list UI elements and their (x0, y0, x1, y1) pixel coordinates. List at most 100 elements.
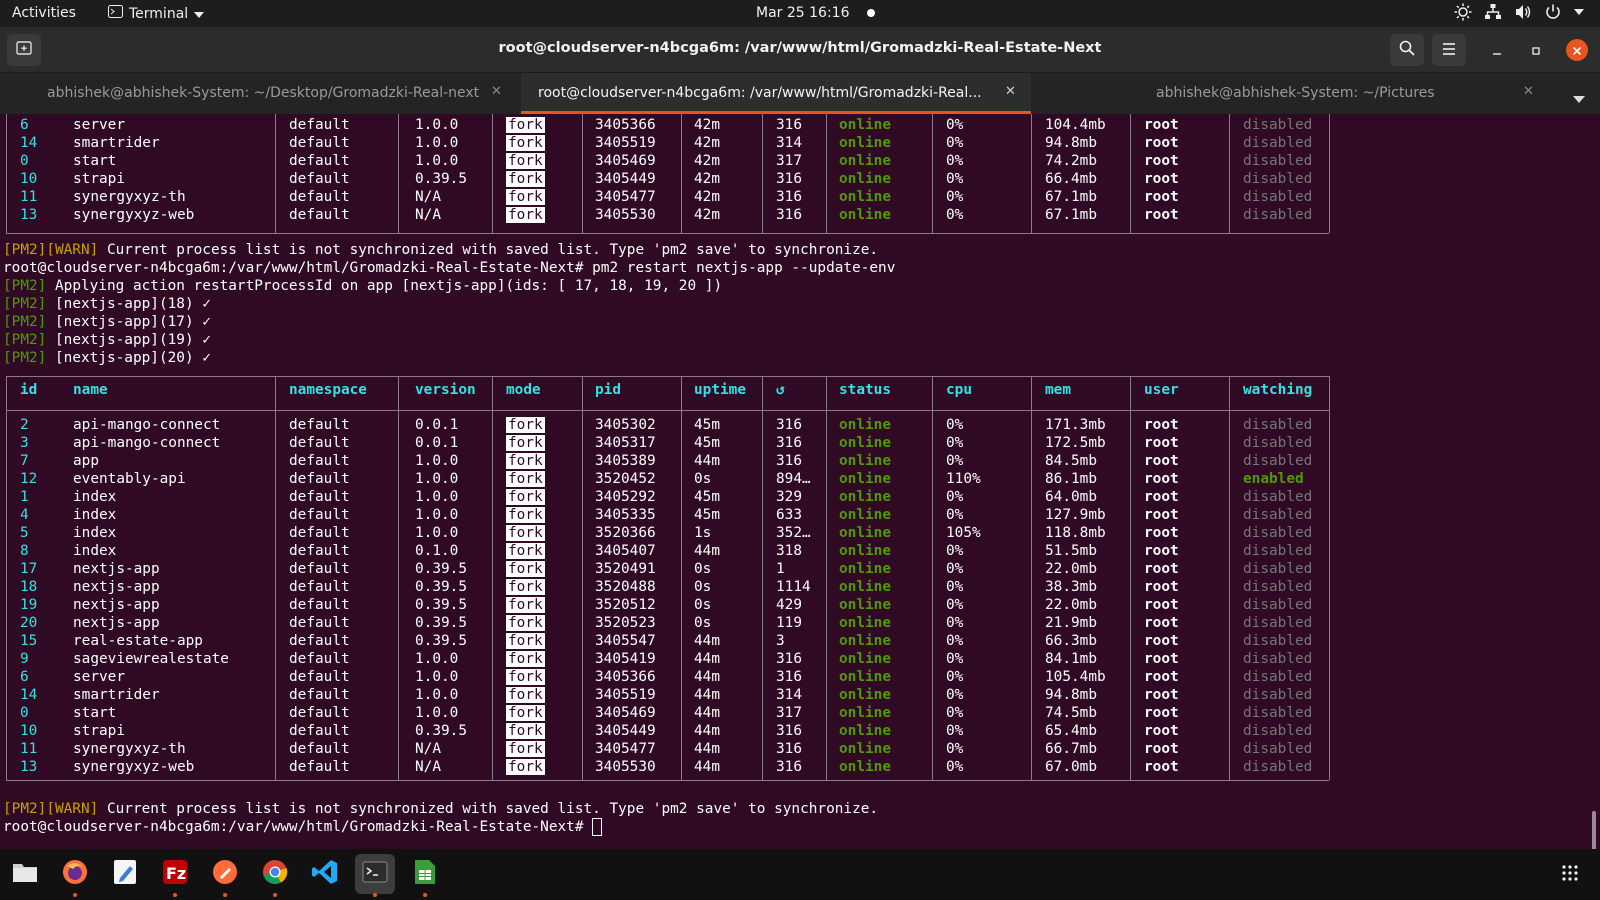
tab-desktop[interactable]: abhishek@abhishek-System: ~/Desktop/Grom… (0, 73, 520, 114)
maximize-button[interactable] (1525, 39, 1547, 61)
mode-badge: fork (506, 651, 545, 667)
cell-namespace: default (289, 153, 350, 169)
cell-uptime: 1s (694, 525, 712, 541)
cell-mode: fork (506, 632, 545, 650)
cell-name: strapi (73, 723, 125, 739)
cell-version: 0.39.5 (415, 723, 467, 739)
cell-version: 1.0.0 (415, 507, 459, 523)
cell-restarts: 633 (776, 507, 802, 523)
cell-cpu: 0% (946, 633, 964, 649)
cell-restarts: 317 (776, 153, 802, 169)
tab-close-icon[interactable]: ✕ (491, 84, 502, 99)
table-column-divider (582, 114, 583, 233)
cell-uptime: 44m (694, 453, 720, 469)
chevron-down-icon[interactable] (1574, 9, 1584, 15)
cell-cpu: 0% (946, 651, 964, 667)
cell-watching: disabled (1243, 417, 1313, 433)
brightness-icon[interactable] (1454, 3, 1472, 21)
power-icon[interactable] (1544, 3, 1562, 21)
cell-version: 0.39.5 (415, 171, 467, 187)
cell-pid: 3405407 (595, 543, 656, 559)
dock-item[interactable]: Fz (155, 854, 195, 897)
cell-cpu: 0% (946, 171, 964, 187)
search-button[interactable] (1390, 34, 1424, 66)
running-indicator (173, 893, 177, 897)
cell-id: 14 (20, 687, 38, 703)
dock-item[interactable] (5, 854, 45, 894)
cell-mem: 22.0mb (1045, 597, 1097, 613)
cell-uptime: 0s (694, 579, 712, 595)
dock-item[interactable] (355, 854, 395, 897)
dock-item[interactable] (305, 854, 345, 894)
scrollbar-thumb[interactable] (1592, 811, 1596, 849)
tab-pictures[interactable]: abhishek@abhishek-System: ~/Pictures ✕ (1031, 73, 1546, 114)
table-column-divider (1329, 114, 1330, 233)
cell-watching: disabled (1243, 597, 1313, 613)
cell-cpu: 0% (946, 669, 964, 685)
chevron-down-icon (194, 6, 205, 22)
close-button[interactable] (1566, 39, 1588, 61)
cell-name: synergyxyz-th (73, 741, 186, 757)
terminal-output[interactable]: 6 server default 1.0.0 fork 3405366 42m 316 onli… (0, 114, 1600, 849)
cell-mem: 66.3mb (1045, 633, 1097, 649)
mode-badge: fork (506, 507, 545, 523)
menu-button[interactable] (1432, 34, 1466, 66)
notification-dot-icon (867, 9, 876, 17)
clock[interactable]: Mar 25 16:16 (756, 5, 876, 21)
dock-item[interactable] (205, 854, 245, 897)
cell-watching: disabled (1243, 135, 1313, 151)
cell-restarts: 352… (776, 525, 811, 541)
running-indicator (73, 893, 77, 897)
tab-cloudserver[interactable]: root@cloudserver-n4bcga6m: /var/www/html… (521, 73, 1031, 114)
cell-status: online (839, 597, 891, 613)
cell-restarts: 316 (776, 723, 802, 739)
command-line: root@cloudserver-n4bcga6m:/var/www/html/… (3, 260, 896, 276)
tab-list-chevron-icon[interactable] (1573, 89, 1585, 108)
cell-namespace: default (289, 489, 350, 505)
table-row: 5 index default 1.0.0 fork 3520366 1s 352… onlin… (0, 524, 1340, 542)
cell-mode: fork (506, 206, 545, 224)
chrome-icon (261, 858, 289, 890)
dock-item[interactable] (255, 854, 295, 897)
table-column-divider (826, 114, 827, 233)
app-menu[interactable]: Terminal (108, 5, 205, 22)
cell-mode: fork (506, 416, 545, 434)
system-tray[interactable] (1454, 3, 1584, 21)
cell-restarts: 316 (776, 117, 802, 133)
table-row: 10 strapi default 0.39.5 fork 3405449 42m 316 on… (0, 170, 1340, 188)
network-icon[interactable] (1484, 3, 1502, 21)
tab-close-icon[interactable]: ✕ (1523, 84, 1534, 99)
cell-mem: 104.4mb (1045, 117, 1106, 133)
activities-button[interactable]: Activities (12, 5, 76, 21)
cell-name: synergyxyz-web (73, 759, 195, 775)
cell-mem: 74.5mb (1045, 705, 1097, 721)
minimize-button[interactable] (1486, 39, 1508, 61)
tab-close-icon[interactable]: ✕ (1005, 84, 1016, 99)
cell-watching: disabled (1243, 669, 1313, 685)
cell-watching: disabled (1243, 525, 1313, 541)
cell-status: online (839, 153, 891, 169)
cell-version: 0.0.1 (415, 435, 459, 451)
dock-item[interactable] (405, 854, 445, 897)
cell-user: root (1144, 759, 1179, 775)
show-apps-button[interactable] (1562, 865, 1580, 887)
cell-user: root (1144, 651, 1179, 667)
cell-namespace: default (289, 543, 350, 559)
cell-mem: 67.1mb (1045, 189, 1097, 205)
cell-uptime: 45m (694, 435, 720, 451)
mode-badge: fork (506, 633, 545, 649)
cell-name: nextjs-app (73, 615, 160, 631)
cell-user: root (1144, 117, 1179, 133)
cell-mode: fork (506, 596, 545, 614)
tab-label: abhishek@abhishek-System: ~/Pictures (1156, 85, 1435, 101)
dock: Fz (0, 849, 1600, 900)
cell-namespace: default (289, 633, 350, 649)
dock-item[interactable] (55, 854, 95, 897)
cell-cpu: 0% (946, 507, 964, 523)
cell-mem: 171.3mb (1045, 417, 1106, 433)
cell-user: root (1144, 579, 1179, 595)
dock-item[interactable] (105, 854, 145, 894)
cell-mode: fork (506, 524, 545, 542)
volume-icon[interactable] (1514, 3, 1532, 21)
table-column-divider (932, 376, 933, 780)
